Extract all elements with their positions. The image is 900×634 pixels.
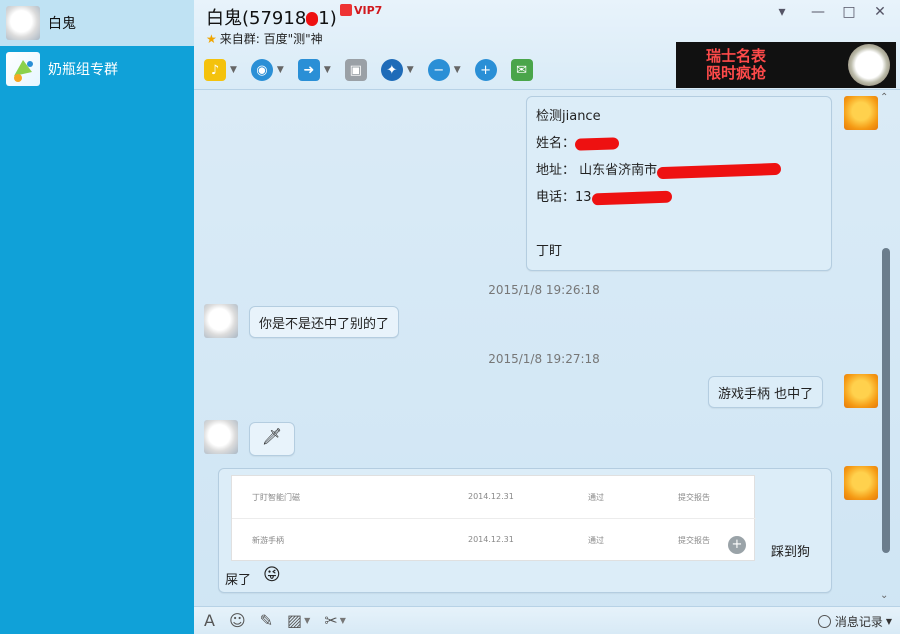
input-toolbar: A ☺ ✎ ▨ ▼ ✂ ▼ 消息记录 ▼ bbox=[194, 606, 900, 634]
contact-name: 白鬼 bbox=[48, 16, 76, 32]
invite-friend-button[interactable]: + bbox=[474, 59, 497, 81]
scissors-icon: ✂ bbox=[324, 611, 338, 630]
chat-toolbar: ♪ ▼ ◉ ▼ ➜ ▼ ▣ ✦ ▼ − ▼ + ✉ bbox=[204, 56, 547, 84]
folder-icon: ➜ bbox=[297, 59, 320, 81]
police-hat-icon: ✦ bbox=[380, 59, 403, 81]
image-button[interactable]: ▨ ▼ bbox=[287, 611, 310, 630]
voice-call-button[interactable]: ♪ ▼ bbox=[204, 59, 237, 81]
minimize-button[interactable]: — bbox=[808, 4, 828, 20]
smiley-icon: ☺ bbox=[228, 611, 246, 630]
webcam-icon: ◉ bbox=[250, 59, 273, 81]
image-icon: ▨ bbox=[287, 611, 303, 630]
font-button[interactable]: A bbox=[204, 611, 215, 630]
message-text: 屎了 bbox=[225, 573, 252, 588]
scrollbar-thumb[interactable] bbox=[882, 248, 890, 553]
clock-icon bbox=[817, 615, 831, 628]
chevron-down-icon[interactable]: ▼ bbox=[277, 65, 284, 75]
table-row: 丁盯智能门磁 2014.12.31 通过 提交报告 bbox=[232, 476, 756, 519]
message-bubble: 游戏手柄 也中了 bbox=[708, 376, 824, 408]
star-icon: ★ bbox=[206, 32, 217, 46]
title-bar: 白鬼(57918 1) VIP7 ★ 来自群: 百度"测"神 ▾ — □ ✕ ♪ ▼ … bbox=[194, 0, 900, 90]
message-bubble: 你是不是还中了别的了 bbox=[249, 306, 400, 338]
send-file-button[interactable]: ➜ ▼ bbox=[297, 59, 331, 81]
chevron-down-icon[interactable]: ▼ bbox=[304, 616, 310, 625]
dropdown-menu-button[interactable]: ▾ bbox=[772, 4, 792, 20]
contact-item-group[interactable]: 奶瓶组专群 bbox=[0, 46, 194, 92]
message-history-button[interactable]: 消息记录 ▼ bbox=[817, 613, 892, 630]
remote-desktop-icon: ▣ bbox=[344, 59, 367, 81]
new-discussion-button[interactable]: ✉ bbox=[510, 59, 533, 81]
my-avatar[interactable] bbox=[844, 96, 878, 130]
close-button[interactable]: ✕ bbox=[870, 4, 890, 20]
my-avatar[interactable] bbox=[844, 374, 878, 408]
vip-badge: VIP7 bbox=[340, 4, 382, 17]
my-avatar[interactable] bbox=[844, 466, 878, 500]
screenshot-image[interactable]: 丁盯智能门磁 2014.12.31 通过 提交报告 新游手柄 2014.12.3… bbox=[231, 475, 756, 561]
message-bubble: 丁盯智能门磁 2014.12.31 通过 提交报告 新游手柄 2014.12.3… bbox=[218, 468, 832, 593]
contact-item-baigui[interactable]: 白鬼 bbox=[0, 0, 194, 46]
timestamp: 2015/1/8 19:26:18 bbox=[488, 283, 600, 297]
group-avatar bbox=[6, 52, 40, 86]
font-icon: A bbox=[204, 611, 215, 630]
emoji-button[interactable]: ☺ bbox=[229, 611, 246, 630]
remote-desktop-button[interactable]: ▣ bbox=[344, 59, 367, 81]
microphone-icon: ♪ bbox=[204, 59, 226, 81]
add-user-icon: + bbox=[474, 59, 497, 81]
scroll-up-arrow[interactable]: ⌃ bbox=[880, 92, 888, 103]
contact-avatar[interactable] bbox=[204, 420, 238, 454]
message-text: 踩到狗 bbox=[771, 545, 811, 560]
redaction bbox=[591, 190, 672, 205]
chevron-down-icon[interactable]: ▼ bbox=[454, 65, 461, 75]
contact-name: 奶瓶组专群 bbox=[48, 62, 118, 78]
maximize-button[interactable]: □ bbox=[839, 4, 859, 20]
ad-banner[interactable]: 瑞士名表 限时疯抢 bbox=[676, 42, 896, 88]
chat-window: 白鬼(57918 1) VIP7 ★ 来自群: 百度"测"神 ▾ — □ ✕ ♪ ▼ … bbox=[194, 0, 900, 634]
apps-button[interactable]: ✦ ▼ bbox=[380, 59, 414, 81]
scroll-down-arrow[interactable]: ⌄ bbox=[880, 590, 888, 601]
message-bubble: 🗡 bbox=[249, 422, 295, 456]
redaction bbox=[306, 11, 319, 27]
crown-icon bbox=[340, 4, 352, 16]
pencil-icon: ✎ bbox=[259, 611, 274, 630]
chevron-down-icon[interactable]: ▼ bbox=[324, 65, 331, 75]
watch-image bbox=[848, 44, 890, 86]
sword-icon: 🗡 bbox=[261, 427, 283, 446]
avatar bbox=[6, 6, 40, 40]
redaction bbox=[574, 136, 620, 151]
chevron-down-icon[interactable]: ▼ bbox=[886, 617, 892, 626]
chevron-down-icon[interactable]: ▼ bbox=[340, 616, 346, 625]
contact-avatar[interactable] bbox=[204, 304, 238, 338]
chat-title: 白鬼(57918 1) bbox=[206, 8, 337, 29]
source-group: ★ 来自群: 百度"测"神 bbox=[206, 32, 323, 46]
video-call-button[interactable]: ◉ ▼ bbox=[250, 59, 284, 81]
message-bubble: 检测jiance 姓名： 地址： 山东省济南市 电话：13 丁盯 bbox=[526, 96, 832, 271]
remove-user-icon: − bbox=[427, 59, 450, 81]
message-add-icon: ✉ bbox=[510, 59, 533, 81]
zoom-in-icon[interactable]: + bbox=[728, 536, 746, 554]
chevron-down-icon[interactable]: ▼ bbox=[230, 65, 237, 75]
message-list: 检测jiance 姓名： 地址： 山东省济南市 电话：13 丁盯 ⌃ 2015/… bbox=[194, 90, 894, 604]
edit-button[interactable]: ✎ bbox=[260, 611, 273, 630]
screenshot-button[interactable]: ✂ ▼ bbox=[324, 611, 346, 630]
remove-friend-button[interactable]: − ▼ bbox=[427, 59, 461, 81]
chevron-down-icon[interactable]: ▼ bbox=[407, 65, 414, 75]
contact-sidebar: 白鬼 奶瓶组专群 bbox=[0, 0, 194, 634]
tongue-emoji-icon: 😜 bbox=[263, 565, 281, 585]
timestamp: 2015/1/8 19:27:18 bbox=[488, 352, 600, 366]
ad-text: 瑞士名表 限时疯抢 bbox=[706, 47, 767, 82]
table-row: 新游手柄 2014.12.31 通过 提交报告 bbox=[252, 535, 710, 545]
redaction bbox=[657, 162, 782, 179]
